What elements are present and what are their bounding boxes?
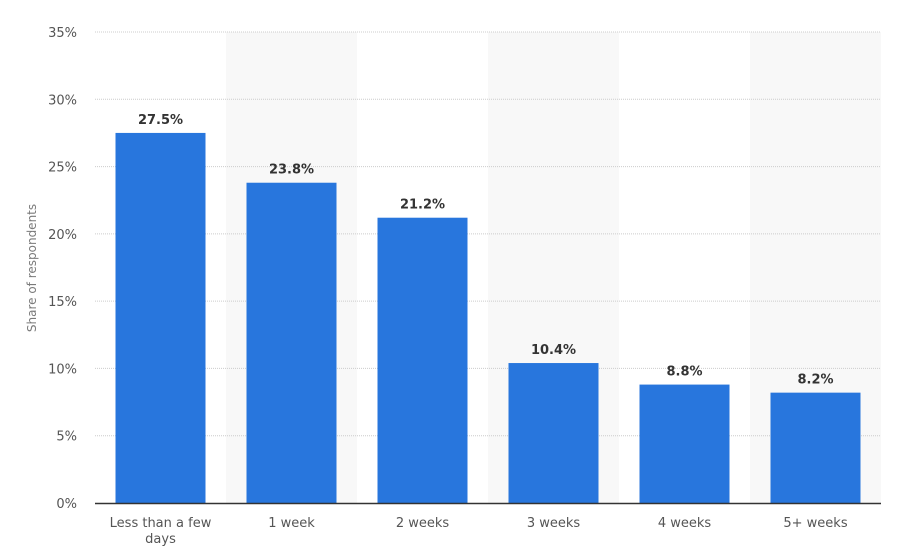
y-tick-label: 15% [48, 295, 77, 310]
data-label: 21.2% [400, 198, 445, 213]
bar[interactable] [115, 132, 206, 503]
data-label: 8.2% [797, 373, 833, 388]
x-axis-labels: Less than a few days 1 week 2 weeks 3 weeks 4… [110, 516, 848, 547]
bar[interactable] [246, 182, 337, 503]
y-tick-label: 35% [48, 26, 77, 41]
data-label: 8.8% [666, 365, 702, 380]
x-tick-label: Less than a few days [110, 516, 212, 547]
y-tick-label: 25% [48, 161, 77, 176]
x-tick-label: 3 weeks [527, 516, 581, 531]
y-axis-title: Share of respondents [25, 204, 39, 332]
bar[interactable] [639, 384, 730, 503]
data-label: 10.4% [531, 343, 576, 358]
x-tick-label: 2 weeks [396, 516, 450, 531]
bar[interactable] [770, 392, 861, 503]
bar-chart: 0% 5% 10% 15% 20% 25% 30% 35% 27.5% 23.8% 21.2% 10… [25, 26, 881, 547]
bar[interactable] [377, 217, 468, 504]
x-tick-label: 4 weeks [658, 516, 712, 531]
y-tick-label: 0% [56, 497, 77, 512]
y-tick-label: 10% [48, 362, 77, 377]
y-axis-ticks: 0% 5% 10% 15% 20% 25% 30% 35% [48, 26, 77, 512]
data-label: 23.8% [269, 163, 314, 178]
bar[interactable] [508, 363, 599, 503]
y-tick-label: 20% [48, 228, 77, 243]
data-label: 27.5% [138, 113, 183, 128]
y-tick-label: 5% [56, 430, 77, 445]
x-tick-label: 5+ weeks [783, 516, 847, 531]
y-tick-label: 30% [48, 93, 77, 108]
x-tick-label: 1 week [268, 516, 315, 531]
